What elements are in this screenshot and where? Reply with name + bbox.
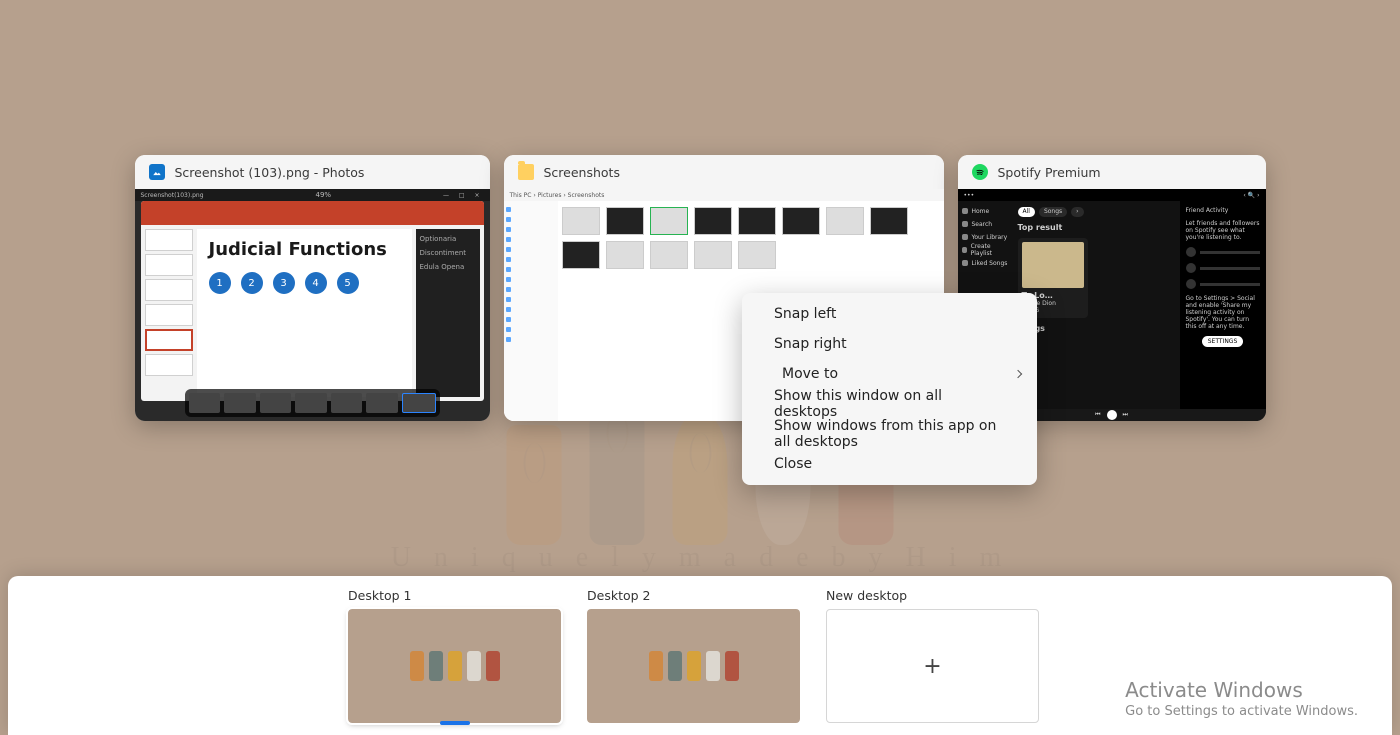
ctx-snap-right[interactable]: Snap right	[742, 329, 1037, 359]
spotify-icon	[972, 164, 988, 180]
desktop-1-label: Desktop 1	[348, 588, 561, 603]
window-spotify-title: Spotify Premium	[998, 165, 1101, 180]
explorer-path: This PC › Pictures › Screenshots	[510, 192, 605, 199]
photos-app-icon	[149, 164, 165, 180]
desktop-2-label: Desktop 2	[587, 588, 800, 603]
photos-zoom-level: 49%	[315, 191, 331, 199]
folder-icon	[518, 164, 534, 180]
ctx-snap-left[interactable]: Snap left	[742, 299, 1037, 329]
ctx-show-all[interactable]: Show this window on all desktops	[742, 389, 1037, 419]
ppt-slide-title: Judicial Functions	[209, 239, 400, 260]
photos-filmstrip[interactable]	[185, 389, 440, 417]
window-photos-titlebar: Screenshot (103).png - Photos	[135, 155, 490, 189]
plus-icon: +	[923, 654, 941, 679]
task-view-windows: Screenshot (103).png - Photos Screenshot…	[0, 155, 1400, 421]
virtual-desktop-strip: Desktop 1 Desktop 2 New desktop + Activa…	[8, 576, 1392, 735]
ppt-bullets: 1 2 3 4 5	[209, 272, 400, 294]
window-photos-title: Screenshot (103).png - Photos	[175, 165, 365, 180]
chevron-right-icon	[1014, 370, 1022, 378]
window-explorer-titlebar: Screenshots	[504, 155, 944, 189]
explorer-nav[interactable]	[504, 201, 558, 421]
new-desktop[interactable]: New desktop +	[826, 588, 1039, 723]
desktop-2[interactable]: Desktop 2	[587, 588, 800, 723]
window-explorer-title: Screenshots	[544, 165, 620, 180]
ctx-show-app-all[interactable]: Show windows from this app on all deskto…	[742, 419, 1037, 449]
ctx-move-to[interactable]: Move to	[742, 359, 1037, 389]
spotify-top-result-label: Top result	[1018, 223, 1174, 232]
new-desktop-label: New desktop	[826, 588, 1039, 603]
window-context-menu: Snap left Snap right Move to Show this w…	[742, 293, 1037, 485]
desktop-1[interactable]: Desktop 1	[348, 588, 561, 723]
ctx-close[interactable]: Close	[742, 449, 1037, 479]
window-photos[interactable]: Screenshot (103).png - Photos Screenshot…	[135, 155, 490, 421]
spotify-settings-button[interactable]: SETTINGS	[1202, 336, 1244, 347]
window-spotify-titlebar: Spotify Premium	[958, 155, 1266, 189]
spotify-friend-activity: Friend Activity Let friends and follower…	[1180, 201, 1266, 409]
activate-windows-watermark: Activate Windows Go to Settings to activ…	[1125, 678, 1358, 719]
window-photos-body: Screenshot(103).png 49% — □ × Judicial F…	[135, 189, 490, 421]
